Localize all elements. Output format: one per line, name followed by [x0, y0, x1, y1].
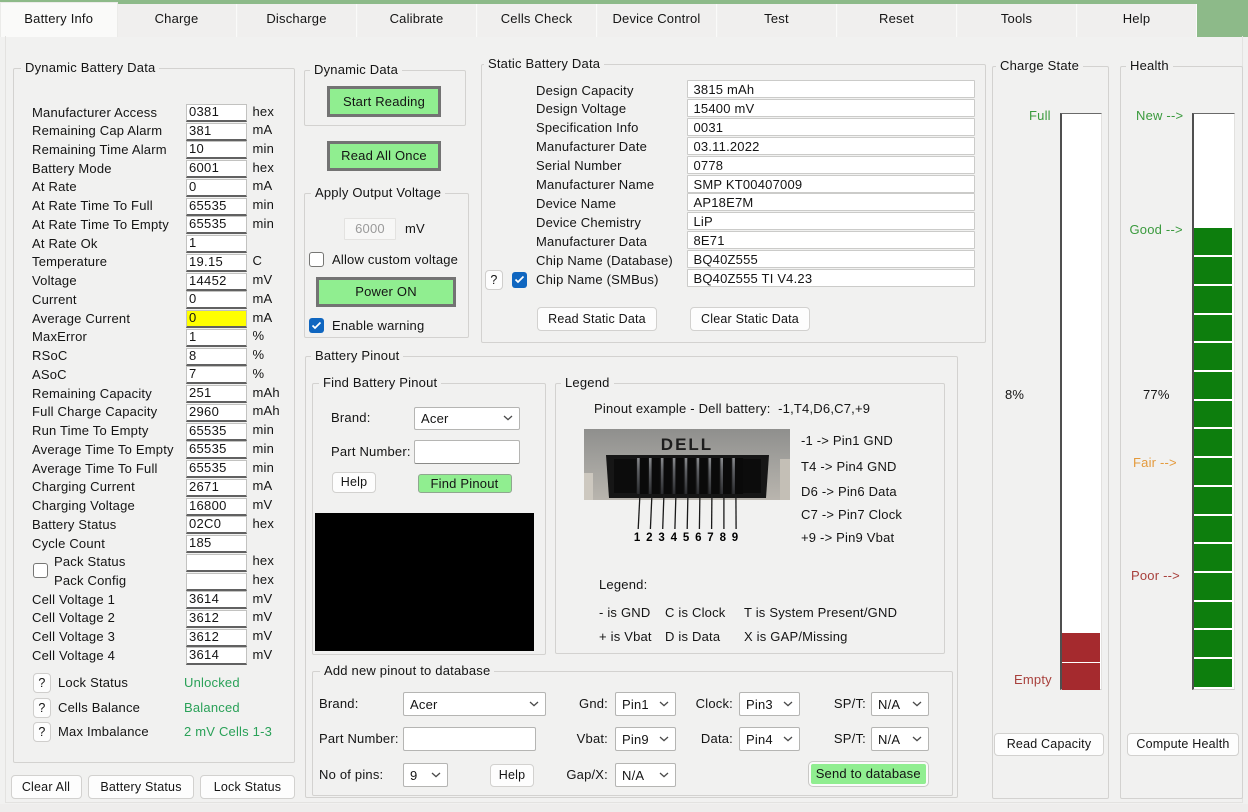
svg-text:DELL: DELL — [661, 435, 713, 454]
svg-text:8: 8 — [720, 532, 727, 543]
svg-text:9: 9 — [732, 532, 739, 543]
svg-text:6: 6 — [695, 532, 702, 543]
svg-text:2: 2 — [646, 532, 653, 543]
svg-text:1: 1 — [634, 532, 641, 543]
svg-text:3: 3 — [658, 532, 665, 543]
svg-text:7: 7 — [707, 532, 714, 543]
svg-text:4: 4 — [671, 532, 678, 543]
svg-text:5: 5 — [683, 532, 690, 543]
